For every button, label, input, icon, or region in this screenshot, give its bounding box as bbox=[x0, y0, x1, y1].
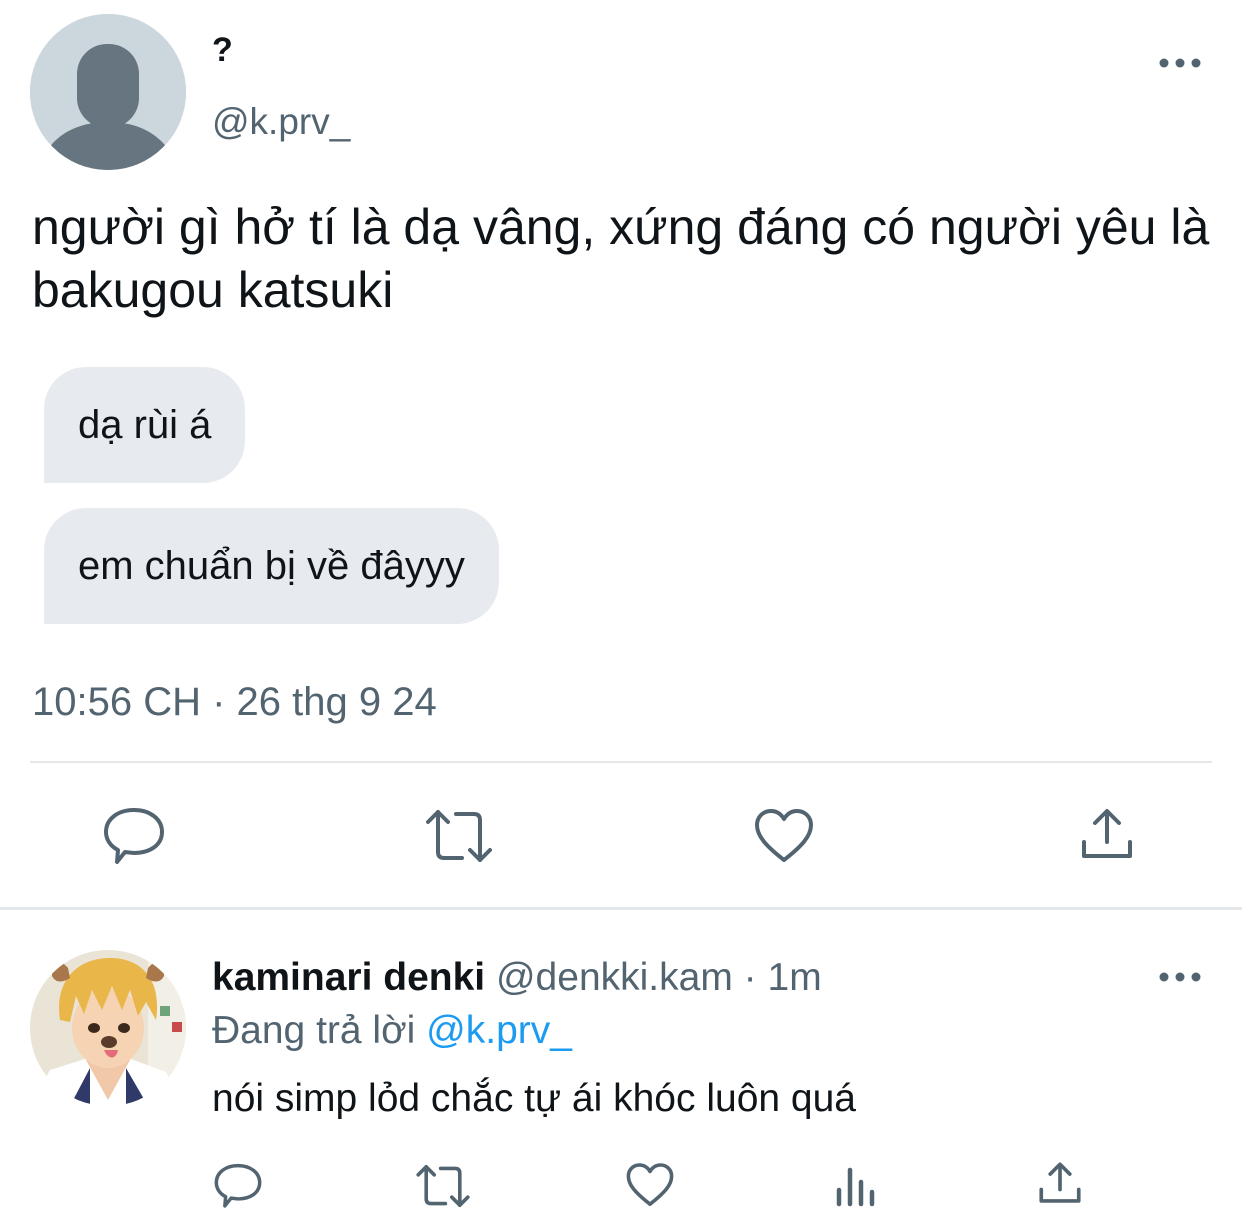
reply-author-name[interactable]: kaminari denki bbox=[212, 956, 485, 999]
default-avatar-icon bbox=[30, 14, 186, 170]
replying-to-line: Đang trả lời @k.prv_ bbox=[212, 1008, 572, 1054]
more-icon[interactable] bbox=[1158, 48, 1202, 78]
replying-to-handle[interactable]: @k.prv_ bbox=[426, 1009, 572, 1052]
share-icon[interactable] bbox=[1080, 806, 1134, 862]
divider bbox=[0, 907, 1242, 910]
divider bbox=[30, 761, 1212, 763]
reply-author-handle[interactable]: @denkki.kam bbox=[496, 956, 733, 999]
analytics-icon[interactable] bbox=[834, 1164, 878, 1208]
avatar[interactable] bbox=[30, 14, 186, 170]
reply-header: kaminari denki @denkki.kam · 1m bbox=[212, 955, 822, 1001]
more-icon[interactable] bbox=[1158, 962, 1202, 992]
retweet-icon[interactable] bbox=[424, 808, 494, 864]
separator-dot: · bbox=[743, 956, 757, 999]
reply-text: nói simp lỏd chắc tự ái khóc luôn quá bbox=[212, 1077, 856, 1120]
share-icon[interactable] bbox=[1038, 1160, 1082, 1206]
heart-icon[interactable] bbox=[626, 1162, 674, 1208]
replying-label: Đang trả lời bbox=[212, 1009, 416, 1052]
retweet-icon[interactable] bbox=[415, 1163, 471, 1209]
heart-icon[interactable] bbox=[754, 808, 814, 864]
avatar[interactable] bbox=[30, 950, 186, 1106]
message-bubble: em chuẩn bị về đâyyy bbox=[44, 508, 499, 624]
author-display-name[interactable]: ? bbox=[212, 30, 233, 70]
tweet-timestamp[interactable]: 10:56 CH · 26 thg 9 24 bbox=[32, 678, 437, 726]
reply-icon[interactable] bbox=[214, 1160, 262, 1210]
message-bubble: dạ rùi á bbox=[44, 367, 246, 483]
tweet-text: người gì hở tí là dạ vâng, xứng đáng có … bbox=[32, 199, 1210, 318]
author-handle[interactable]: @k.prv_ bbox=[212, 100, 350, 144]
anime-avatar-icon bbox=[30, 950, 186, 1106]
reply-time[interactable]: 1m bbox=[768, 956, 822, 999]
reply-icon[interactable] bbox=[103, 806, 165, 864]
